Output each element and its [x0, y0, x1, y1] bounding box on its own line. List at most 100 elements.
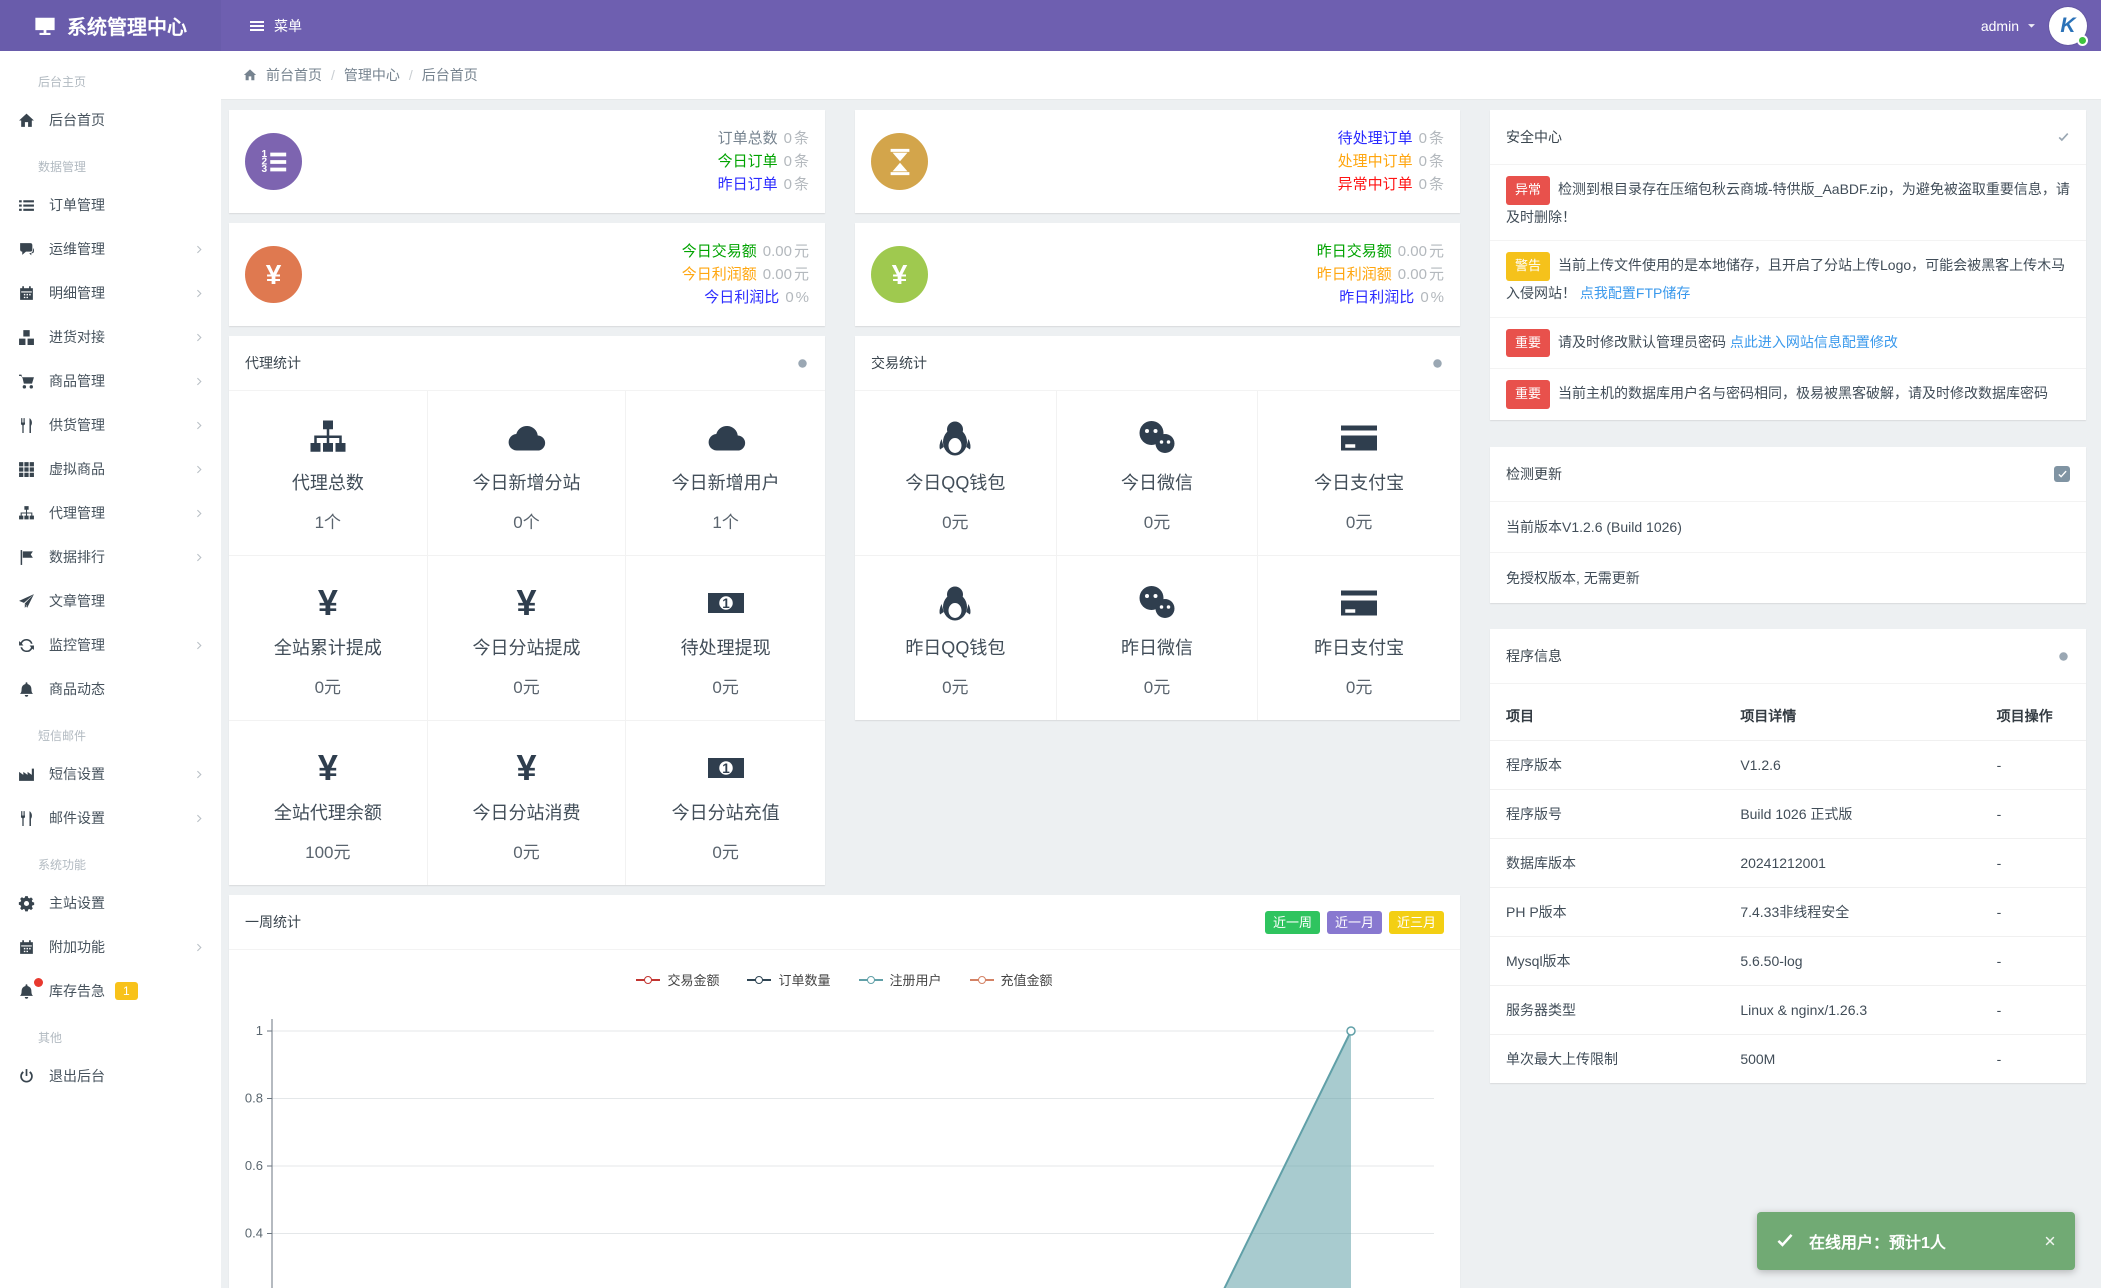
range-button-近一周[interactable]: 近一周 [1264, 910, 1320, 934]
sidebar-item-代理管理[interactable]: 代理管理 [0, 491, 221, 535]
sidebar-item-监控管理[interactable]: 监控管理 [0, 623, 221, 667]
legend-item[interactable]: 订单数量 [747, 970, 831, 989]
panel-toggle-icon[interactable] [2057, 650, 2070, 663]
range-button-近一月[interactable]: 近一月 [1326, 910, 1382, 934]
topbar: 系统管理中心 菜单 admin K [0, 0, 2101, 51]
stat-cell: 今日新增用户 1个 [626, 391, 825, 556]
stat-cell: ¥ 今日分站提成 0元 [427, 556, 627, 721]
stat-label: 今日微信 [1120, 473, 1193, 493]
svg-text:1: 1 [722, 761, 730, 776]
stat-line: 处理中订单 0 条 [1337, 153, 1444, 170]
stat-cell: 昨日QQ钱包 0元 [855, 556, 1057, 720]
breadcrumb-item[interactable]: 前台首页 [266, 65, 322, 85]
security-link[interactable]: 点此进入网站信息配置修改 [1730, 334, 1898, 350]
app-brand[interactable]: 系统管理中心 [0, 0, 221, 51]
stat-label: 今日QQ钱包 [905, 473, 1006, 493]
week-chart-panel: 一周统计 近一周近一月近三月 交易金额订单数量注册用户充值金额 00.20.40… [229, 895, 1460, 1288]
chevron-right-icon [194, 420, 205, 431]
stat-line: 昨日利润额 0.00 元 [1316, 266, 1444, 283]
panel-title: 程序信息 [1506, 648, 1562, 664]
sidebar-item-进货对接[interactable]: 进货对接 [0, 315, 221, 359]
stat-value: 0元 [314, 678, 342, 697]
stat-value: 0元 [513, 843, 540, 862]
sidebar-item-主站设置[interactable]: 主站设置 [0, 881, 221, 925]
security-alert: 重要 请及时修改默认管理员密码 点此进入网站信息配置修改 [1490, 318, 2086, 370]
table-cell: Mysql版本 [1490, 936, 1741, 986]
sidebar-item-label: 供货管理 [49, 417, 105, 433]
avatar[interactable]: K [2049, 6, 2088, 46]
stat-value: 0元 [1143, 678, 1171, 697]
security-link[interactable]: 点我配置FTP储存 [1580, 285, 1690, 301]
username: admin [1980, 17, 2019, 34]
sidebar-item-邮件设置[interactable]: 邮件设置 [0, 796, 221, 840]
calendar-icon [18, 939, 35, 956]
panel-toggle-icon[interactable] [1431, 357, 1444, 370]
sidebar-item-数据排行[interactable]: 数据排行 [0, 535, 221, 579]
sidebar-item-附加功能[interactable]: 附加功能 [0, 925, 221, 969]
table-header: 项目详情 [1740, 692, 1997, 741]
table-cell: Build 1026 正式版 [1740, 789, 1997, 839]
sidebar-item-文章管理[interactable]: 文章管理 [0, 579, 221, 623]
sidebar-item-供货管理[interactable]: 供货管理 [0, 403, 221, 447]
check-icon [1775, 1231, 1795, 1251]
sidebar-item-库存告急[interactable]: 库存告急 1 [0, 969, 221, 1013]
table-cell: - [1996, 936, 2086, 986]
table-row: 服务器类型 Linux & nginx/1.26.3- [1490, 985, 2086, 1035]
sidebar-item-退出后台[interactable]: 退出后台 [0, 1054, 221, 1098]
program-info-table: 项目 项目详情 项目操作 程序版本 V1.2.6- 程序版号 Build 1026 正式版 -… [1490, 692, 2086, 1083]
breadcrumb-item[interactable]: 管理中心 [344, 65, 400, 85]
sidebar-item-商品动态[interactable]: 商品动态 [0, 667, 221, 711]
sidebar-item-短信设置[interactable]: 短信设置 [0, 752, 221, 796]
sidebar-item-后台首页[interactable]: 后台首页 [0, 98, 221, 142]
wechat-icon [1057, 415, 1258, 461]
legend-item[interactable]: 注册用户 [858, 970, 942, 989]
stat-cell: ¥ 全站代理余额 100元 [229, 721, 428, 885]
stat-cell: 今日支付宝 0元 [1258, 391, 1460, 556]
sidebar-item-商品管理[interactable]: 商品管理 [0, 359, 221, 403]
program-info-panel: 程序信息 项目 项目详情 项目操作 程序版本 V1.2.6- 程序版号 Build 1026… [1490, 629, 2086, 1083]
legend-item[interactable]: 交易金额 [636, 970, 719, 989]
checkbox-checked-icon[interactable] [2054, 466, 2070, 482]
sidebar-section-label: 系统功能 [38, 858, 87, 872]
panel-title: 安全中心 [1506, 129, 1562, 145]
sidebar-item-label: 数据排行 [49, 549, 105, 565]
svg-text:3: 3 [261, 163, 267, 174]
legend-marker [858, 975, 883, 984]
online-dot [2077, 34, 2088, 46]
refresh-icon [18, 637, 35, 654]
range-button-近三月[interactable]: 近三月 [1388, 910, 1444, 934]
legend-item[interactable]: 充值金额 [969, 970, 1053, 989]
sidebar-item-明细管理[interactable]: 明细管理 [0, 271, 221, 315]
stat-line: 昨日利润比 0% [1339, 289, 1444, 306]
stat-cell: 1 今日分站充值 0元 [626, 721, 825, 885]
sidebar-item-label: 代理管理 [49, 505, 105, 521]
sidebar-item-运维管理[interactable]: 运维管理 [0, 227, 221, 271]
sidebar-item-label: 附加功能 [49, 939, 105, 955]
wechat-icon [1057, 580, 1258, 626]
sidebar-item-虚拟商品[interactable]: 虚拟商品 [0, 447, 221, 491]
stat-label: 昨日QQ钱包 [905, 638, 1006, 658]
stat-value: 0元 [942, 678, 969, 697]
caret-down-icon [2026, 20, 2037, 31]
stat-label: 今日新增用户 [671, 473, 780, 493]
user-menu[interactable]: admin [1981, 18, 2037, 34]
panel-toggle-icon[interactable] [796, 357, 809, 370]
table-row: PH P版本 7.4.33非线程安全 - [1490, 887, 2086, 937]
table-cell: 20241212001 [1740, 838, 1997, 888]
table-cell: 5.6.50-log [1740, 936, 1997, 986]
menu-label: 菜单 [274, 17, 302, 34]
table-row: 程序版本 V1.2.6- [1490, 740, 2086, 790]
menu-toggle[interactable]: 菜单 [249, 16, 302, 36]
table-cell: - [1996, 1051, 2002, 1067]
close-icon[interactable] [2043, 1234, 2057, 1248]
stat-line: 昨日交易额 0.00 元 [1316, 243, 1444, 260]
sidebar-item-订单管理[interactable]: 订单管理 [0, 183, 221, 227]
stat-line: 待处理订单 0 条 [1337, 130, 1444, 147]
stat-value: 0元 [1143, 513, 1171, 532]
cloud-icon [626, 415, 825, 461]
utensils-icon [18, 417, 35, 434]
alert-badge: 警告 [1506, 252, 1551, 281]
stat-line: 今日利润额 0.00 元 [681, 266, 809, 283]
sidebar-item-label: 主站设置 [49, 895, 105, 911]
sidebar-item-label: 监控管理 [49, 637, 105, 653]
